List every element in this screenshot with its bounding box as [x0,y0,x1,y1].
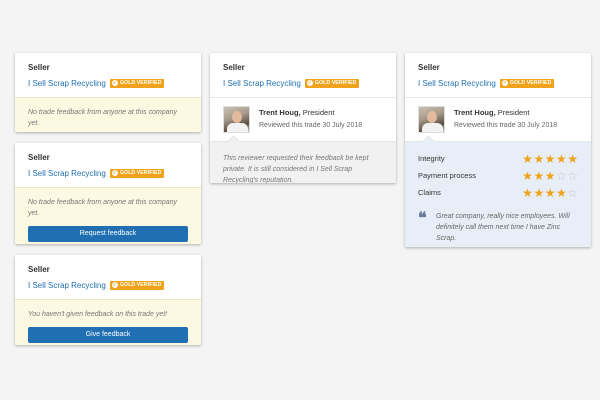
badge-label: GOLD VERIFIED [314,80,357,86]
card-header: Seller I Sell Scrap Recycling ✓ GOLD VERI… [15,255,201,299]
reviewer-title: President [497,108,530,117]
feedback-body: No trade feedback from anyone at this co… [15,97,201,132]
seller-name-link[interactable]: I Sell Scrap Recycling [28,168,106,179]
star-filled-icon: ★ [567,151,578,166]
badge-label: GOLD VERIFIED [119,282,162,288]
seller-row: I Sell Scrap Recycling ✓ GOLD VERIFIED [28,167,188,179]
card-header: Seller I Sell Scrap Recycling ✓ GOLD VERI… [405,53,591,97]
reviewer-name: Trent Houg, [454,108,496,117]
star-filled-icon: ★ [533,151,545,166]
gold-verified-badge: ✓ GOLD VERIFIED [499,78,555,88]
card-header: Seller I Sell Scrap Recycling ✓ GOLD VERI… [210,53,396,97]
badge-label: GOLD VERIFIED [509,80,552,86]
star-filled-icon: ★ [544,168,556,183]
gold-verified-badge: ✓ GOLD VERIFIED [109,168,165,178]
seller-card-private-review: Seller I Sell Scrap Recycling ✓ GOLD VERI… [210,53,396,183]
reviewer-name-line: Trent Houg, President [259,108,362,118]
review-body: Integrity ★ ★ ★ ★ ★ Payment process ★ ★ ★ ☆ ☆ Cl… [405,141,591,247]
seller-name-link[interactable]: I Sell Scrap Recycling [28,280,106,291]
star-filled-icon: ★ [555,151,567,166]
rating-label: Claims [418,188,441,197]
seller-label: Seller [28,63,50,72]
reviewer-row: Trent Houg, President Reviewed this trad… [405,97,591,148]
star-empty-icon: ☆ [567,168,578,183]
star-filled-icon: ★ [544,185,556,200]
star-filled-icon: ★ [544,151,556,166]
private-feedback-note: This reviewer requested their feedback b… [223,155,369,183]
star-empty-icon: ☆ [567,185,578,200]
card-header: Seller I Sell Scrap Recycling ✓ GOLD VERI… [15,143,201,187]
rating-label: Integrity [418,154,445,163]
seller-label: Seller [28,153,50,162]
reviewer-name-line: Trent Houg, President [454,108,557,118]
gold-verified-badge: ✓ GOLD VERIFIED [109,78,165,88]
star-rating: ★ ★ ★ ☆ ☆ [522,170,578,182]
seller-card-public-review: Seller I Sell Scrap Recycling ✓ GOLD VERI… [405,53,591,247]
rating-row-payment-process: Payment process ★ ★ ★ ☆ ☆ [418,167,578,184]
review-quote: ❝ Great company, really nice employees. … [418,208,578,244]
review-date: Reviewed this trade 30 July 2018 [454,122,558,129]
check-icon: ✓ [111,170,118,176]
reviewer-name: Trent Houg, [259,108,301,117]
seller-card-no-feedback: Seller I Sell Scrap Recycling ✓ GOLD VERI… [15,53,201,132]
badge-label: GOLD VERIFIED [119,170,162,176]
give-feedback-button[interactable]: Give feedback [28,327,188,343]
seller-label: Seller [28,265,50,274]
private-feedback-body: This reviewer requested their feedback b… [210,141,396,183]
star-filled-icon: ★ [522,168,533,183]
gold-verified-badge: ✓ GOLD VERIFIED [109,280,165,290]
seller-row: I Sell Scrap Recycling ✓ GOLD VERIFIED [28,77,188,89]
request-feedback-button[interactable]: Request feedback [28,226,188,242]
no-feedback-message: No trade feedback from anyone at this co… [28,109,178,127]
star-filled-icon: ★ [522,185,533,200]
reviewer-info: Trent Houg, President Reviewed this trad… [259,108,362,131]
star-filled-icon: ★ [533,185,545,200]
rating-row-integrity: Integrity ★ ★ ★ ★ ★ [418,150,578,167]
seller-row: I Sell Scrap Recycling ✓ GOLD VERIFIED [223,77,383,89]
seller-name-link[interactable]: I Sell Scrap Recycling [418,78,496,89]
check-icon: ✓ [306,80,313,86]
check-icon: ✓ [111,80,118,86]
star-empty-icon: ☆ [555,168,567,183]
seller-name-link[interactable]: I Sell Scrap Recycling [28,78,106,89]
star-rating: ★ ★ ★ ★ ☆ [522,187,578,199]
ratings-list: Integrity ★ ★ ★ ★ ★ Payment process ★ ★ ★ ☆ ☆ Cl… [418,150,578,201]
check-icon: ✓ [111,282,118,288]
seller-card-give-feedback: Seller I Sell Scrap Recycling ✓ GOLD VERI… [15,255,201,345]
seller-label: Seller [223,63,245,72]
star-filled-icon: ★ [533,168,545,183]
gold-verified-badge: ✓ GOLD VERIFIED [304,78,360,88]
no-feedback-message: No trade feedback from anyone at this co… [28,199,178,217]
review-date: Reviewed this trade 30 July 2018 [259,122,363,129]
reviewer-title: President [302,108,335,117]
star-rating: ★ ★ ★ ★ ★ [522,153,578,165]
star-filled-icon: ★ [522,151,533,166]
check-icon: ✓ [501,80,508,86]
seller-label: Seller [418,63,440,72]
seller-row: I Sell Scrap Recycling ✓ GOLD VERIFIED [418,77,578,89]
avatar [418,106,445,133]
feedback-body: You haven't given feedback on this trade… [15,299,201,345]
rating-row-claims: Claims ★ ★ ★ ★ ☆ [418,184,578,201]
seller-name-link[interactable]: I Sell Scrap Recycling [223,78,301,89]
star-filled-icon: ★ [555,185,567,200]
rating-label: Payment process [418,171,476,180]
card-header: Seller I Sell Scrap Recycling ✓ GOLD VERI… [15,53,201,97]
seller-card-request-feedback: Seller I Sell Scrap Recycling ✓ GOLD VERI… [15,143,201,244]
badge-label: GOLD VERIFIED [119,80,162,86]
reviewer-row: Trent Houg, President Reviewed this trad… [210,97,396,148]
review-quote-text: Great company, really nice employees. Wi… [436,213,570,242]
seller-row: I Sell Scrap Recycling ✓ GOLD VERIFIED [28,279,188,291]
quote-icon: ❝ [418,208,427,227]
avatar [223,106,250,133]
not-given-feedback-message: You haven't given feedback on this trade… [28,311,168,318]
reviewer-info: Trent Houg, President Reviewed this trad… [454,108,557,131]
feedback-body: No trade feedback from anyone at this co… [15,187,201,244]
